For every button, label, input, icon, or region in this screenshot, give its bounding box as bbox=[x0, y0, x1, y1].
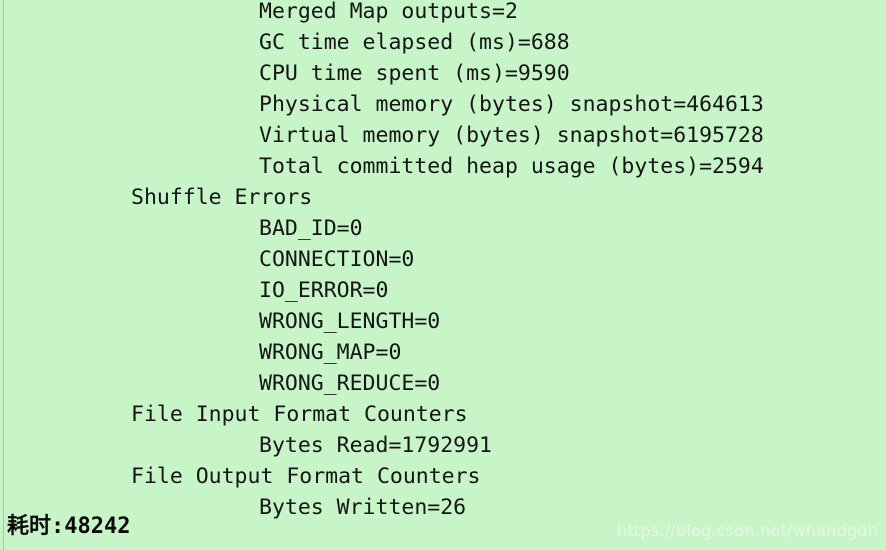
log-line: GC time elapsed (ms)=688 bbox=[259, 30, 570, 55]
blog-watermark: https://blog.csdn.net/whandgdh bbox=[617, 521, 878, 540]
log-line: Shuffle Errors bbox=[131, 185, 313, 210]
elapsed-time-line: 耗时:48242 bbox=[7, 514, 131, 539]
log-line: Virtual memory (bytes) snapshot=6195728 bbox=[259, 123, 764, 148]
console-output-window: Merged Map outputs=2 GC time elapsed (ms)… bbox=[0, 0, 886, 550]
log-line: File Input Format Counters bbox=[131, 402, 468, 427]
log-line: Physical memory (bytes) snapshot=464613 bbox=[259, 92, 764, 117]
log-line: Bytes Read=1792991 bbox=[259, 433, 492, 458]
log-line: WRONG_REDUCE=0 bbox=[259, 371, 441, 396]
log-output-text: Merged Map outputs=2 GC time elapsed (ms)… bbox=[0, 0, 886, 523]
log-line: IO_ERROR=0 bbox=[259, 278, 389, 303]
log-line: Merged Map outputs=2 bbox=[259, 0, 518, 24]
log-line: File Output Format Counters bbox=[131, 464, 481, 489]
log-line: Bytes Written=26 bbox=[259, 495, 467, 520]
log-line: Total committed heap usage (bytes)=2594 bbox=[259, 154, 764, 179]
log-line: WRONG_MAP=0 bbox=[259, 340, 402, 365]
log-line: CPU time spent (ms)=9590 bbox=[259, 61, 570, 86]
log-line: CONNECTION=0 bbox=[259, 247, 415, 272]
log-line: WRONG_LENGTH=0 bbox=[259, 309, 441, 334]
log-line: BAD_ID=0 bbox=[259, 216, 363, 241]
